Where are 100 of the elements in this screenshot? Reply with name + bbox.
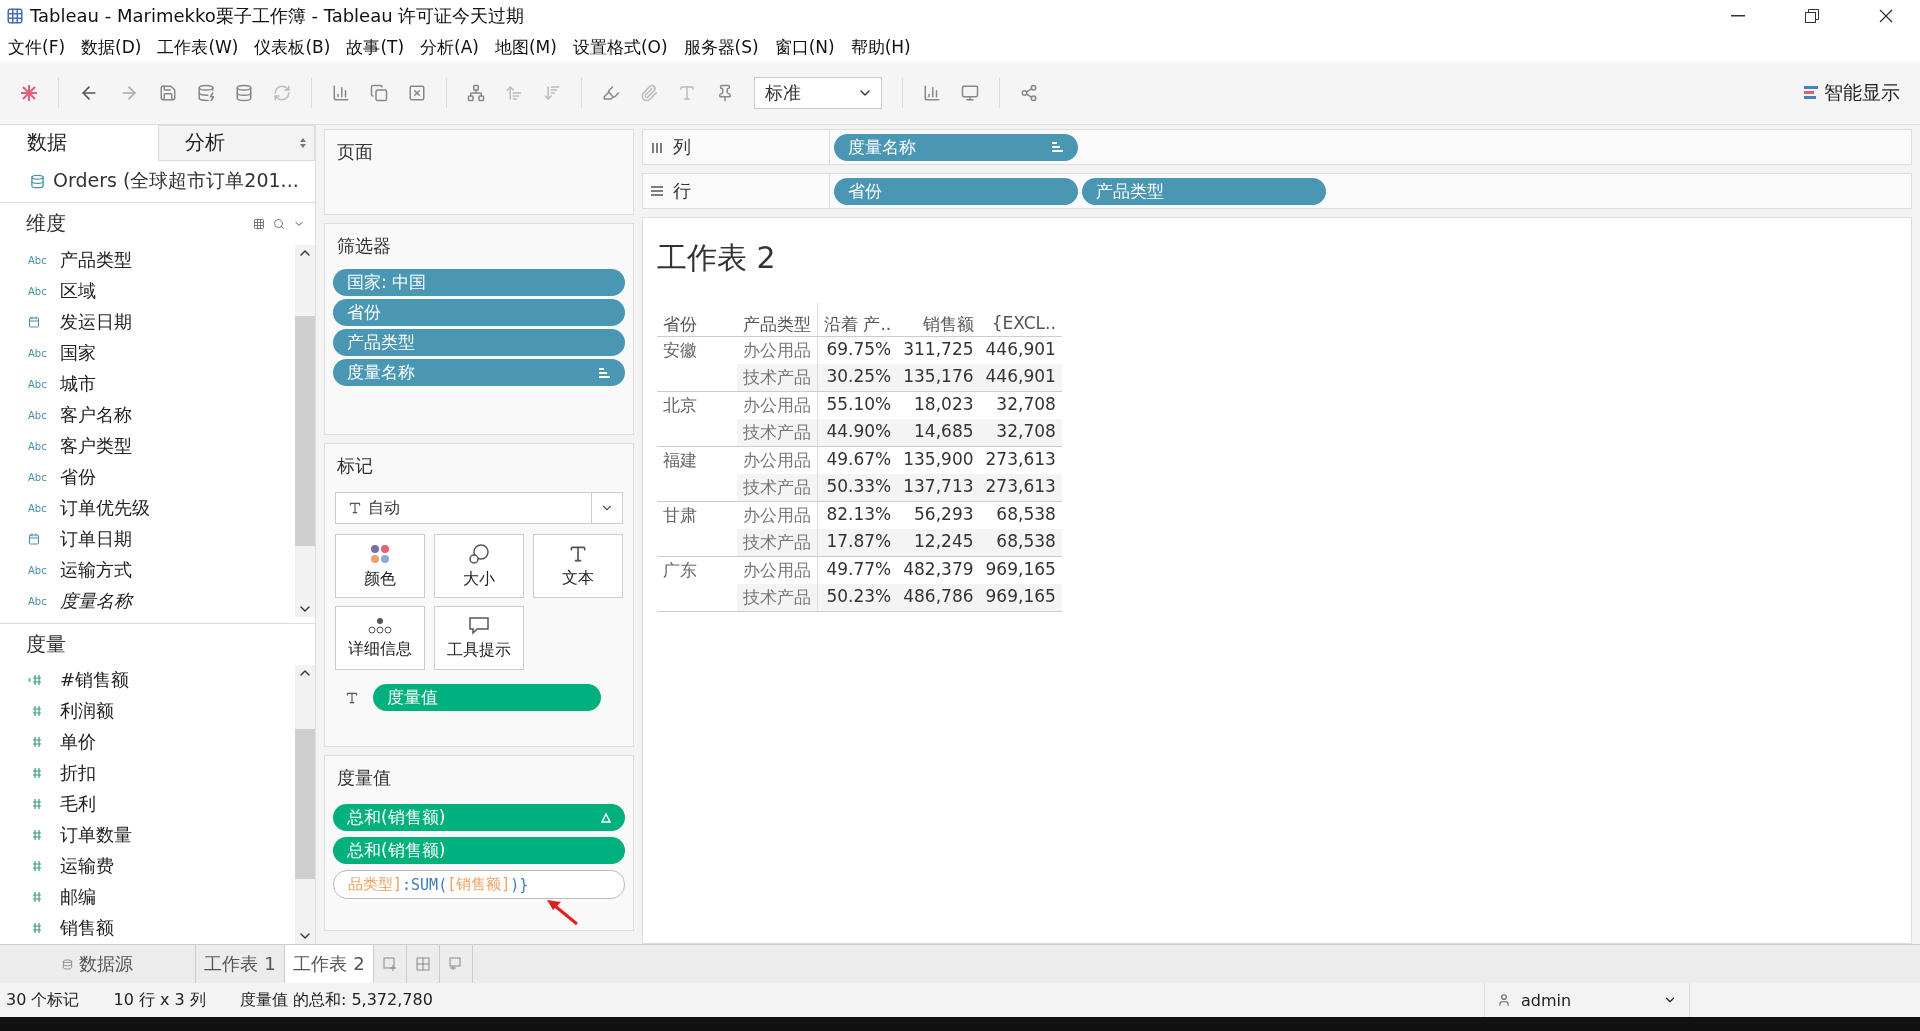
status-text: 30 个标记 xyxy=(6,989,80,1011)
mark-property-button[interactable]: 颜色 xyxy=(335,534,425,598)
database-icon[interactable] xyxy=(235,84,253,102)
table-cell: 273,613 xyxy=(979,474,1062,502)
table-cell: 50.33% xyxy=(817,474,898,502)
speech-bubble-icon xyxy=(468,615,490,636)
field-item[interactable]: 订单日期 xyxy=(0,523,295,555)
table-cell: 446,901 xyxy=(979,364,1062,392)
field-item[interactable]: Abc 订单优先级 xyxy=(0,492,295,524)
presentation-icon[interactable] xyxy=(961,84,979,102)
card-title: 度量值 xyxy=(337,766,392,790)
field-item[interactable]: Abc 客户类型 xyxy=(0,430,295,462)
menu-item[interactable]: 数据(D) xyxy=(81,35,142,59)
sheet-tab[interactable]: 工作表 2 xyxy=(285,945,374,983)
fit-select[interactable]: 标准 xyxy=(754,77,882,109)
field-item[interactable]: 发运日期 xyxy=(0,306,295,338)
field-item[interactable]: #销售额 xyxy=(0,665,295,696)
window-title: Tableau - Marimekko栗子工作簿 - Tableau 许可证今天过期 xyxy=(30,4,526,28)
minimize-icon xyxy=(1731,15,1745,17)
paperclip-icon[interactable] xyxy=(640,84,658,102)
formula-field[interactable]: 品类型]:SUM([销售额])} xyxy=(333,870,625,899)
status-text: 度量值 的总和: 5,372,780 xyxy=(239,989,433,1011)
menu-item[interactable]: 工作表(W) xyxy=(157,35,239,59)
field-item[interactable]: 运输费 xyxy=(0,851,295,882)
field-item[interactable]: 折扣 xyxy=(0,758,295,789)
new-data-source-icon[interactable] xyxy=(197,84,215,102)
table-cell: 32,708 xyxy=(979,419,1062,447)
show-me-button[interactable]: 智能显示 xyxy=(1804,80,1900,106)
data-source-item[interactable]: Orders (全球超市订单201... xyxy=(0,160,315,204)
database-icon xyxy=(30,173,45,189)
mark-property-button[interactable]: 工具提示 xyxy=(434,606,524,670)
table-cell: 969,165 xyxy=(979,584,1062,612)
menu-item[interactable]: 文件(F) xyxy=(8,35,66,59)
menu-item[interactable]: 帮助(H) xyxy=(850,35,911,59)
menu-item[interactable]: 分析(A) xyxy=(420,35,479,59)
field-item[interactable]: Abc 城市 xyxy=(0,368,295,400)
type-label: Abc xyxy=(28,471,46,483)
menu-item[interactable]: 仪表板(B) xyxy=(254,35,331,59)
field-item[interactable]: 销售额 xyxy=(0,913,295,944)
field-item[interactable]: Abc 国家 xyxy=(0,337,295,369)
scrollbar[interactable] xyxy=(295,665,315,944)
sheet-title: 工作表 2 xyxy=(657,239,777,277)
duplicate-icon[interactable] xyxy=(370,84,388,102)
columns-icon xyxy=(651,141,663,153)
field-item[interactable]: 订单数量 xyxy=(0,820,295,851)
new-story-icon xyxy=(449,957,463,971)
field-item[interactable]: Abc 区域 xyxy=(0,275,295,307)
mark-property-button[interactable]: 大小 xyxy=(434,534,524,598)
clear-sheet-icon[interactable] xyxy=(408,84,426,102)
field-item[interactable]: Abc 运输方式 xyxy=(0,554,295,586)
scrollbar[interactable] xyxy=(295,244,315,617)
table-cell: 技术产品 xyxy=(737,474,817,502)
table-cell: 137,713 xyxy=(897,474,980,502)
field-item[interactable]: 邮编 xyxy=(0,882,295,913)
pin-icon[interactable] xyxy=(716,84,734,102)
type-label: Abc xyxy=(28,378,46,390)
type-label: Abc xyxy=(28,409,46,421)
calculated-hash-icon xyxy=(28,674,44,687)
type-label: Abc xyxy=(28,347,46,359)
menu-item[interactable]: 窗口(N) xyxy=(774,35,835,59)
shelf-label: 行 xyxy=(673,179,691,203)
sort-descending-icon[interactable] xyxy=(543,84,561,102)
mark-property-button[interactable]: 文本 xyxy=(533,534,623,598)
field-item[interactable]: Abc 省份 xyxy=(0,461,295,493)
section-title: 维度 xyxy=(26,210,67,238)
shelf-label: 列 xyxy=(673,135,691,159)
save-icon[interactable] xyxy=(159,84,177,102)
field-item[interactable]: Abc 度量名称 xyxy=(0,585,295,617)
menu-item[interactable]: 服务器(S) xyxy=(683,35,759,59)
type-label: Abc xyxy=(28,440,46,452)
database-icon xyxy=(62,958,73,970)
circles-icon xyxy=(468,542,490,565)
field-item[interactable]: 单价 xyxy=(0,727,295,758)
search-icon[interactable] xyxy=(273,217,285,230)
mark-property-button[interactable]: 详细信息 xyxy=(335,606,425,670)
type-label: Abc xyxy=(28,564,46,576)
field-item[interactable]: 毛利 xyxy=(0,789,295,820)
mark-type-select[interactable]: 自动 xyxy=(335,492,623,524)
grid-icon[interactable] xyxy=(253,217,265,230)
share-icon[interactable] xyxy=(1020,84,1038,102)
table-cell: 17.87% xyxy=(817,529,898,557)
field-item[interactable]: Abc 产品类型 xyxy=(0,244,295,276)
menu-item[interactable]: 地图(M) xyxy=(495,35,557,59)
sort-ascending-icon[interactable] xyxy=(505,84,523,102)
field-item[interactable]: 利润额 xyxy=(0,696,295,727)
pane-tab[interactable]: 分析 xyxy=(157,125,315,161)
type-label: Abc xyxy=(28,502,46,514)
menu-item[interactable]: 故事(T) xyxy=(346,35,405,59)
bars-icon xyxy=(1804,86,1818,100)
field-item[interactable]: Abc 客户名称 xyxy=(0,399,295,431)
table-cell: 技术产品 xyxy=(737,584,817,612)
card-title: 标记 xyxy=(337,454,374,478)
highlighter-icon[interactable] xyxy=(602,84,620,102)
refresh-icon[interactable] xyxy=(273,84,291,102)
restore-icon xyxy=(1805,9,1819,23)
status-text: 10 行 x 3 列 xyxy=(113,989,206,1011)
menu-item[interactable]: 设置格式(O) xyxy=(572,35,668,59)
card-title: 页面 xyxy=(337,140,374,164)
updown-icon xyxy=(300,137,306,148)
section-title: 度量 xyxy=(26,630,67,658)
